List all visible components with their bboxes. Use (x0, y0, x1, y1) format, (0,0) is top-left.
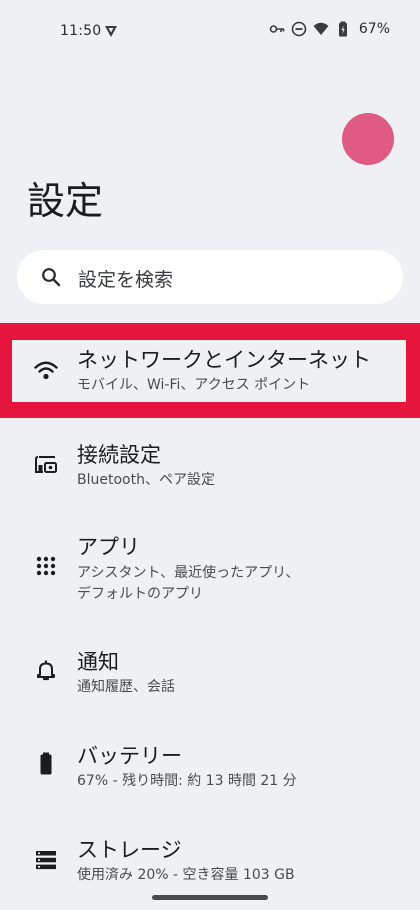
storage-icon (36, 851, 56, 870)
settings-item-notifications[interactable]: 通知 通知履歴、会話 (0, 642, 420, 702)
status-bar: 11:50 67% (0, 0, 420, 64)
settings-item-apps[interactable]: アプリ アシスタント、最近使ったアプリ、 デフォルトのアプリ (0, 528, 420, 608)
settings-item-subtitle: 通知履歴、会話 (77, 679, 175, 695)
page-title: 設定 (27, 179, 104, 223)
do-not-disturb-icon (291, 21, 307, 37)
battery-icon (40, 752, 52, 775)
wifi-icon (34, 361, 58, 380)
gesture-nav-handle[interactable] (152, 895, 268, 900)
battery-status-icon (338, 21, 347, 37)
status-time: 11:50 (60, 23, 102, 39)
settings-item-title: アプリ (77, 535, 140, 559)
bell-icon (37, 660, 55, 681)
settings-item-subtitle: モバイル、Wi-Fi、アクセス ポイント (77, 377, 311, 393)
settings-item-title: 接続設定 (77, 443, 161, 467)
search-bar[interactable]: 設定を検索 (17, 250, 403, 304)
settings-item-title: 通知 (77, 650, 119, 674)
settings-item-subtitle: アシスタント、最近使ったアプリ、 デフォルトのアプリ (77, 565, 300, 602)
account-avatar[interactable] (342, 113, 394, 165)
settings-item-network[interactable]: ネットワークとインターネット モバイル、Wi-Fi、アクセス ポイント (0, 340, 420, 402)
settings-item-subtitle: 67% - 残り時間: 約 13 時間 21 分 (77, 773, 297, 789)
battery-percent: 67% (358, 21, 390, 37)
settings-item-battery[interactable]: バッテリー 67% - 残り時間: 約 13 時間 21 分 (0, 736, 420, 796)
settings-item-connected-devices[interactable]: 接続設定 Bluetooth、ペア設定 (0, 435, 420, 495)
settings-item-subtitle: 使用済み 20% - 空き容量 103 GB (77, 867, 295, 883)
connected-devices-icon (35, 456, 57, 473)
vpn-shield-icon (105, 26, 117, 37)
settings-item-subtitle: Bluetooth、ペア設定 (77, 472, 215, 488)
settings-item-title: ストレージ (77, 838, 182, 862)
settings-item-storage[interactable]: ストレージ 使用済み 20% - 空き容量 103 GB (0, 830, 420, 890)
settings-item-title: バッテリー (77, 744, 182, 768)
status-icons: 67% (269, 21, 390, 37)
search-icon (42, 268, 61, 287)
wifi-status-icon (313, 22, 329, 35)
apps-grid-icon (36, 556, 56, 576)
settings-item-title: ネットワークとインターネット (77, 348, 371, 372)
search-placeholder: 設定を検索 (78, 269, 174, 291)
key-icon (269, 25, 285, 33)
